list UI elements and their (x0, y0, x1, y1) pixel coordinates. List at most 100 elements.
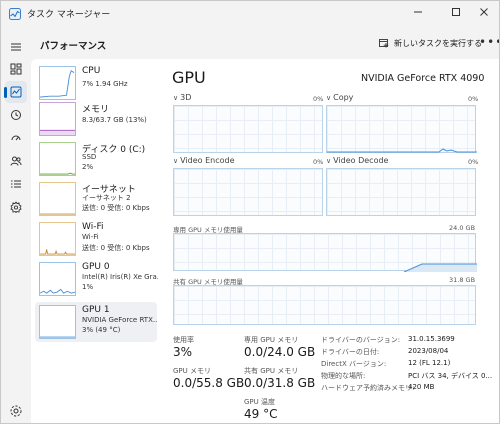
gpu-0-sparkline (39, 262, 76, 296)
page-header: パフォーマンス 新しいタスクを実行する ••• (31, 27, 499, 59)
property-label: DirectX バージョン: (321, 360, 387, 368)
nav-processes[interactable] (5, 58, 27, 80)
gpu-1-sparkline (39, 305, 76, 339)
wifi-sparkline (39, 222, 76, 256)
shared-gpu-memory-label: 共有 GPU メモリ (244, 367, 299, 375)
device-wifi[interactable]: Wi-Fi Wi-Fi 送信: 0 受信: 0 Kbps (35, 219, 157, 259)
reserved-memory-value: 420 MB (408, 383, 435, 391)
graph-copy (326, 105, 477, 153)
gpu-memory-value: 0.0/55.8 GB (173, 376, 245, 390)
run-new-task-button[interactable]: 新しいタスクを実行する (379, 34, 482, 52)
minimize-icon (414, 11, 422, 13)
chevron-down-icon: ∨ (326, 93, 332, 102)
details-icon (11, 180, 21, 188)
nav-performance[interactable] (4, 81, 27, 103)
close-button[interactable] (469, 1, 499, 23)
title-bar[interactable]: タスク マネージャー (1, 1, 499, 27)
dedicated-memory-fill (403, 263, 477, 272)
close-icon (480, 8, 488, 16)
chevron-down-icon: ∨ (326, 156, 332, 165)
nav-services[interactable] (5, 196, 27, 218)
device-detail: 8.3/63.7 GB (13%) (82, 116, 147, 124)
task-manager-app-icon (9, 8, 21, 20)
device-gpu-1[interactable]: GPU 1 NVIDIA GeForce RTX... 3% (49 °C) (35, 302, 158, 342)
copy-usage-line (327, 148, 477, 153)
menu-icon (11, 43, 21, 51)
gpu-model-name: NVIDIA GeForce RTX 4090 (361, 73, 485, 84)
services-icon (10, 201, 22, 213)
engine-label: Video Encode (180, 156, 235, 165)
gpu-memory-label: GPU メモリ (173, 367, 211, 375)
chevron-down-icon: ∨ (173, 156, 179, 165)
engine-selector-video-encode[interactable]: ∨ Video Encode (173, 156, 235, 165)
engine-label: 3D (180, 93, 192, 102)
property-label: 物理的な場所: (321, 372, 366, 380)
processes-icon (10, 63, 22, 75)
device-name: メモリ (82, 105, 110, 115)
device-cpu[interactable]: CPU 7% 1.94 GHz (35, 63, 157, 103)
graph-shared-memory (173, 285, 476, 325)
engine-selector-3d[interactable]: ∨ 3D (173, 93, 191, 102)
shared-gpu-memory-value: 0.0/31.8 GB (244, 376, 316, 390)
device-usage: 2% (82, 163, 94, 171)
gpu-temperature-value: 49 °C (244, 407, 278, 421)
performance-content: CPU 7% 1.94 GHz メモリ 8.3/63.7 GB (13%) ディ… (31, 59, 499, 423)
window-title: タスク マネージャー (27, 10, 111, 20)
run-task-label: 新しいタスクを実行する (394, 38, 482, 48)
utilization-value: 3% (173, 345, 193, 359)
device-name: GPU 1 (82, 305, 110, 315)
driver-date-value: 2023/08/04 (408, 347, 449, 355)
users-icon (10, 156, 22, 166)
device-name: GPU 0 (82, 262, 110, 272)
device-name: CPU (82, 66, 101, 76)
run-task-icon (379, 39, 389, 48)
nav-startup-apps[interactable] (5, 127, 27, 149)
engine-selector-copy[interactable]: ∨ Copy (326, 93, 353, 102)
device-ethernet[interactable]: イーサネット イーサネット 2 送信: 0 受信: 0 Kbps (35, 179, 157, 219)
disk-sparkline (39, 142, 76, 176)
device-name: Wi-Fi (82, 222, 104, 232)
device-detail: NVIDIA GeForce RTX... (82, 316, 158, 324)
page-title: パフォーマンス (40, 41, 107, 52)
ethernet-sparkline (39, 182, 76, 216)
graph-video-decode (326, 168, 476, 216)
device-memory[interactable]: メモリ 8.3/63.7 GB (13%) (35, 99, 157, 139)
graph-video-encode (173, 168, 323, 216)
property-label: ドライバーの日付: (321, 348, 380, 356)
device-detail: Intel(R) Iris(R) Xe Gra... (82, 273, 158, 281)
engine-percent: 0% (468, 158, 479, 166)
graph-3d (173, 105, 323, 153)
driver-version-value: 31.0.15.3699 (408, 335, 455, 343)
engine-percent: 0% (313, 158, 324, 166)
dedicated-gpu-memory-label: 専用 GPU メモリ (244, 336, 299, 344)
startup-icon (11, 135, 21, 141)
gpu-temperature-label: GPU 温度 (244, 398, 275, 406)
nav-app-history[interactable] (5, 104, 27, 126)
engine-selector-video-decode[interactable]: ∨ Video Decode (326, 156, 388, 165)
engine-percent: 0% (468, 95, 479, 103)
property-label: ドライバーのバージョン: (321, 336, 401, 344)
property-label: ハードウェア予約済みメモリ: (321, 384, 415, 392)
engine-percent: 0% (313, 95, 324, 103)
device-throughput: 送信: 0 受信: 0 Kbps (82, 204, 150, 212)
settings-icon[interactable] (9, 404, 23, 418)
engine-label: Video Decode (333, 156, 389, 165)
maximize-button[interactable] (441, 1, 471, 23)
history-icon (11, 110, 21, 120)
device-gpu-0[interactable]: GPU 0 Intel(R) Iris(R) Xe Gra... 1% (35, 259, 158, 299)
minimize-button[interactable] (403, 1, 433, 23)
maximize-icon (452, 8, 460, 16)
device-usage: 1% (82, 283, 94, 291)
nav-users[interactable] (5, 150, 27, 172)
graph-dedicated-memory (173, 233, 477, 272)
task-manager-window: タスク マネージャー パフォーマンス 新しいタスクを実行する •• CPU 7%… (0, 0, 500, 424)
hamburger-menu-button[interactable] (5, 36, 27, 58)
device-detail: SSD (82, 153, 97, 161)
gpu-title: GPU (172, 68, 206, 87)
cpu-sparkline (39, 66, 76, 100)
nav-details[interactable] (5, 173, 27, 195)
device-detail: Wi-Fi (82, 233, 99, 241)
device-disk-0[interactable]: ディスク 0 (C:) SSD 2% (35, 139, 157, 179)
more-options-button[interactable]: ••• (479, 35, 499, 49)
dedicated-gpu-memory-value: 0.0/24.0 GB (244, 345, 316, 359)
